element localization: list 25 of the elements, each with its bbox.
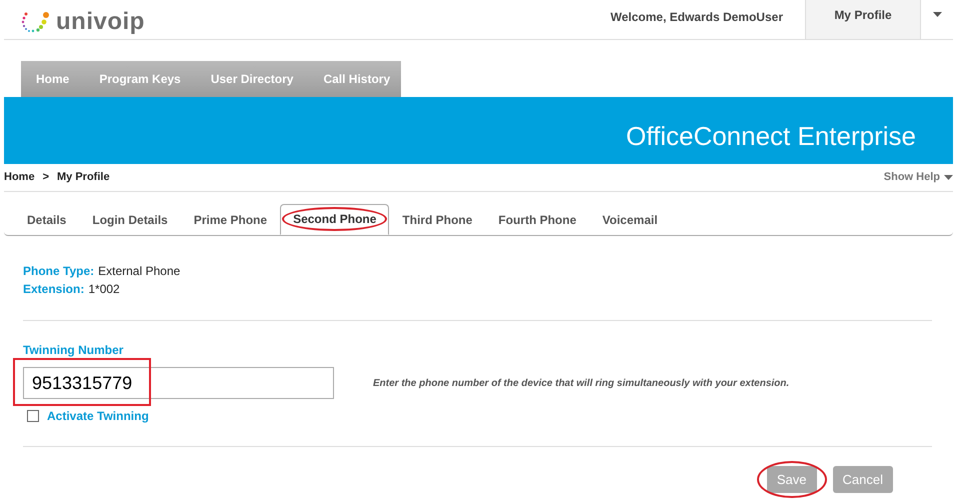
- tab[interactable]: Second Phone: [280, 204, 390, 235]
- field-value: External Phone: [98, 263, 180, 280]
- hint-text: Enter the phone number of the device that will ring simultaneously with your extension.: [373, 376, 790, 390]
- breadcrumb-current: My Profile: [57, 170, 110, 186]
- field-value: 1*002: [88, 281, 120, 298]
- caret-icon[interactable]: [932, 12, 942, 18]
- field-label: Extension:: [23, 281, 84, 298]
- breadcrumb-link[interactable]: Home: [4, 169, 35, 186]
- welcome-text: Welcome, Edwards DemoUser: [610, 9, 783, 26]
- tab[interactable]: Voicemail: [589, 205, 671, 235]
- tab[interactable]: Details: [14, 205, 80, 235]
- banner-title: OfficeConnect Enterprise: [4, 97, 953, 164]
- tab[interactable]: Login Details: [79, 205, 181, 235]
- twinning-number-field[interactable]: 9513315779: [23, 367, 334, 399]
- tab[interactable]: Third Phone: [389, 205, 486, 235]
- breadcrumb-separator: >: [42, 170, 49, 186]
- profile-menu[interactable]: My Profile: [805, 0, 921, 39]
- logo-text: univoip: [56, 7, 145, 37]
- checkbox[interactable]: [27, 410, 39, 422]
- tab[interactable]: Fourth Phone: [485, 205, 590, 235]
- tab[interactable]: Prime Phone: [180, 205, 280, 235]
- caret-icon[interactable]: [944, 175, 953, 180]
- field-label: Twinning Number: [23, 342, 124, 359]
- field-label: Phone Type:: [23, 263, 94, 280]
- show-help-link[interactable]: Show Help: [884, 169, 940, 186]
